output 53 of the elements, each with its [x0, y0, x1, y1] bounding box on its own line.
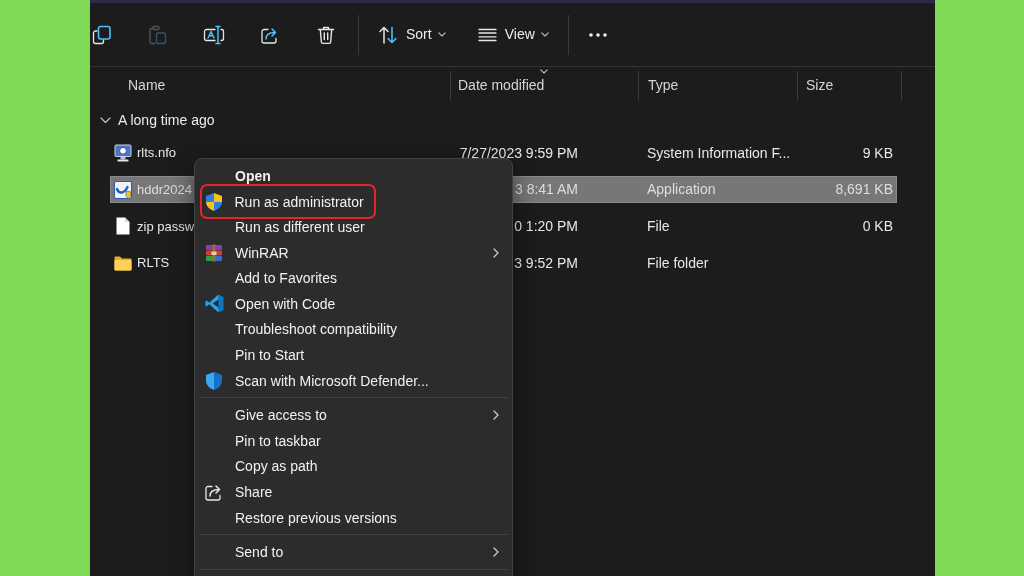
modified-date: 7/27/2023 9:59 PM [459, 143, 578, 163]
list-lines-icon [477, 27, 497, 42]
file-type: File [647, 216, 670, 236]
name-column-header[interactable]: Name [110, 70, 450, 101]
folder-icon [114, 255, 132, 271]
file-name[interactable]: zip passw [137, 216, 195, 237]
modified-date: 3 8:41 AM [514, 180, 578, 200]
file-size: 9 KB [862, 143, 893, 163]
group-header[interactable]: A long time ago [90, 108, 219, 132]
caret-icon [437, 32, 446, 37]
file-type: Application [647, 180, 716, 200]
modified-date: 0 1:20 PM [514, 216, 578, 236]
size-column-header[interactable]: Size [797, 70, 902, 101]
view-button[interactable]: View [470, 18, 556, 51]
menu-item[interactable]: Restore previous versions [195, 509, 512, 526]
app-window-icon [114, 180, 132, 199]
file-size: 8,691 KB [835, 180, 893, 200]
menu-item[interactable]: Give access to [195, 407, 512, 424]
file-size: 0 KB [862, 216, 893, 236]
file-name[interactable]: RLTS [137, 253, 170, 273]
date-column-header[interactable]: Date modified [450, 70, 638, 101]
delete-icon [316, 24, 336, 45]
menu-item[interactable]: Run as different user [195, 219, 512, 235]
menu-item[interactable]: Pin to taskbar [195, 432, 512, 449]
menu-item[interactable]: Open [195, 167, 512, 184]
code-editor-icon [204, 294, 224, 314]
more-icon [588, 32, 607, 37]
menu-item[interactable]: Pin to Start [195, 346, 512, 363]
menu-item[interactable]: Open with Code [195, 295, 512, 312]
file-name[interactable]: rlts.nfo [137, 143, 176, 163]
menu-item[interactable]: Copy as path [195, 458, 512, 475]
sort-arrows-icon [378, 24, 398, 45]
copy-icon [92, 24, 112, 45]
menu-item[interactable]: Add to Favorites [195, 270, 512, 287]
file-type: System Information F... [647, 143, 791, 163]
file-type: File folder [647, 253, 709, 273]
document-icon [116, 217, 130, 236]
menu-item[interactable]: Troubleshoot compatibility [195, 321, 512, 338]
books-icon [205, 243, 223, 262]
menu-item[interactable]: WinRAR [195, 244, 512, 261]
modified-date: 3 9:52 PM [514, 253, 578, 273]
shield-icon [204, 191, 223, 212]
menu-item[interactable]: Run as administrator [202, 193, 374, 210]
rename-icon [203, 24, 225, 45]
paste-icon [148, 24, 168, 45]
type-column-header[interactable]: Type [638, 70, 797, 101]
menu-item[interactable]: Share [195, 483, 512, 500]
menu-item[interactable]: Scan with Microsoft Defender... [195, 372, 512, 389]
menu-item[interactable]: Send to [195, 544, 512, 561]
monitor-icon [114, 144, 132, 162]
caret-icon [540, 32, 549, 37]
sort-button[interactable]: Sort [371, 18, 453, 51]
shield-icon [205, 370, 223, 391]
